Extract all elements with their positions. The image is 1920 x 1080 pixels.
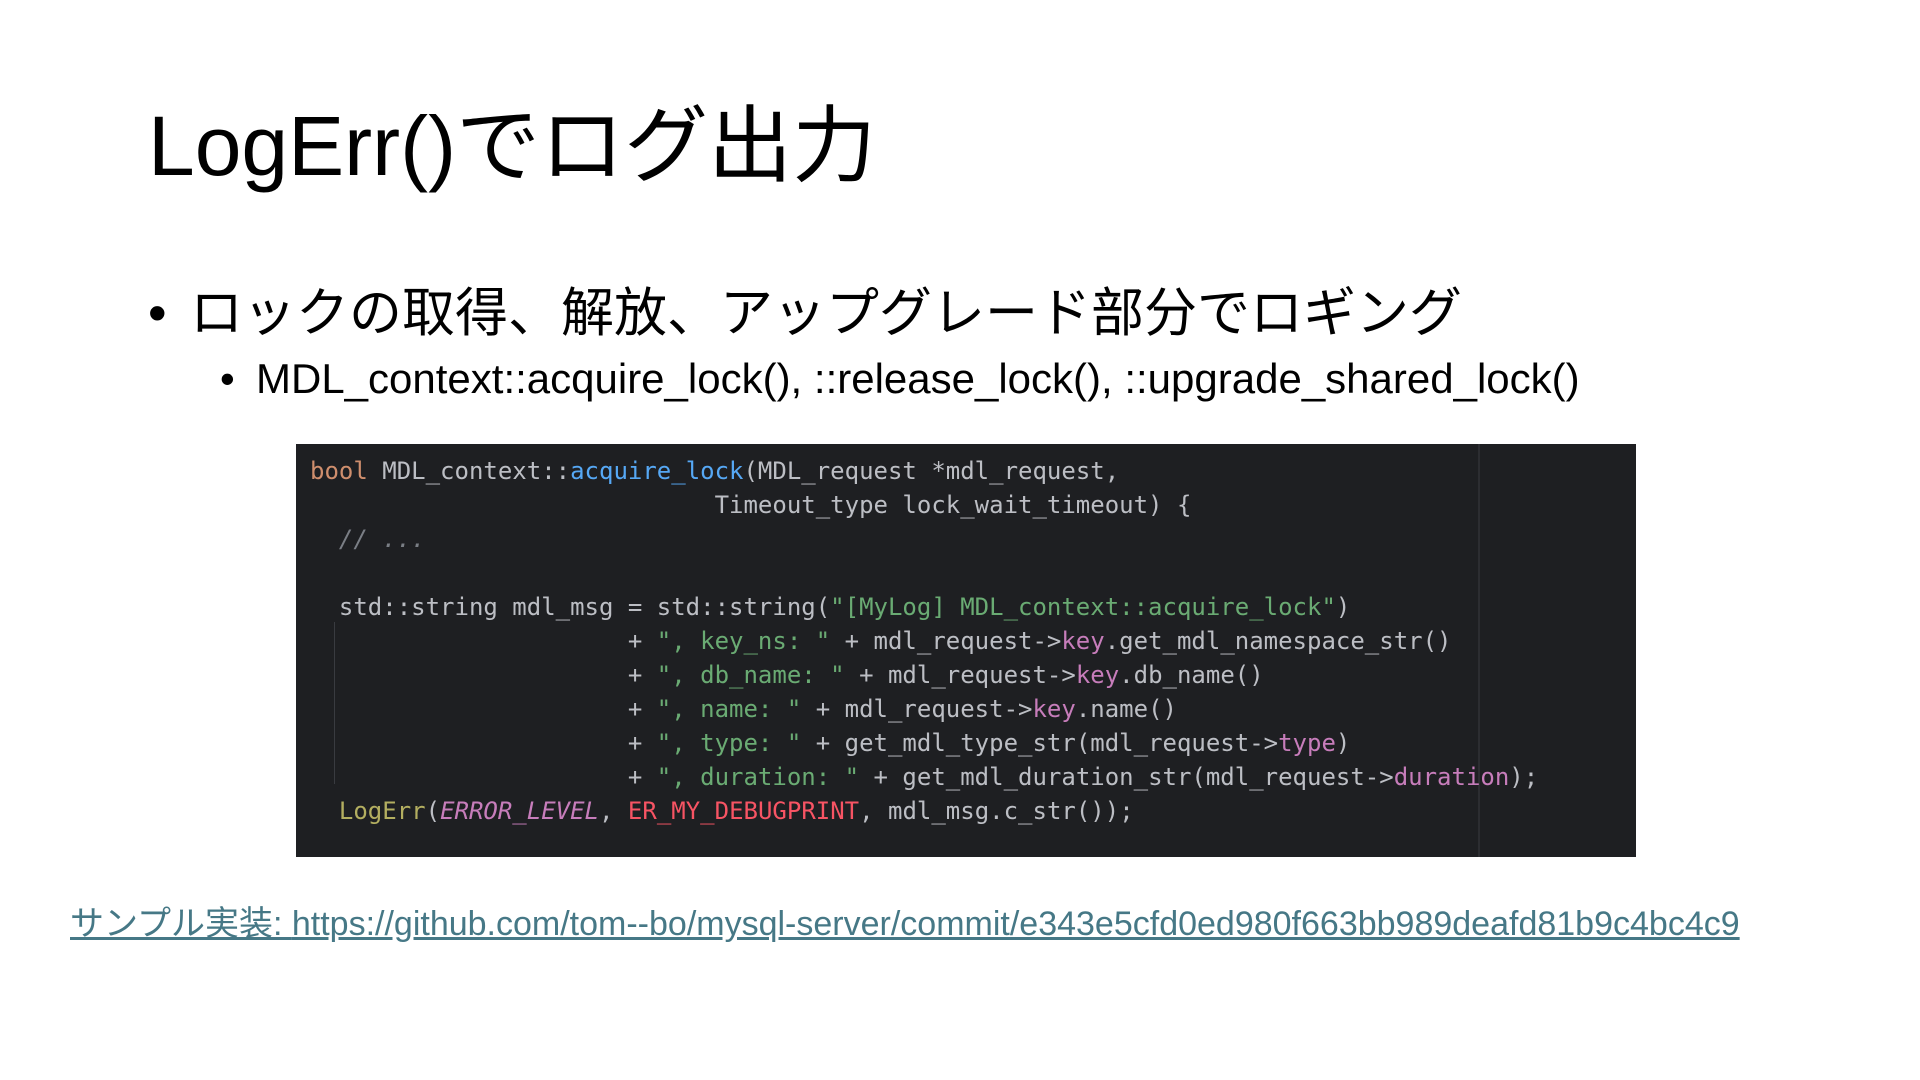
code-token: ERROR_LEVEL: [440, 797, 600, 825]
code-token: MDL_context::: [367, 457, 571, 485]
code-token: +: [310, 763, 657, 791]
code-token: .get_mdl_namespace_str(): [1104, 627, 1452, 655]
code-line: LogErr(ERROR_LEVEL, ER_MY_DEBUGPRINT, md…: [310, 794, 1636, 828]
code-token: LogErr: [338, 797, 426, 825]
code-token: ", name: ": [656, 695, 802, 723]
code-token: .name(): [1075, 695, 1177, 723]
code-line: + ", duration: " + get_mdl_duration_str(…: [310, 760, 1636, 794]
code-token: ", duration: ": [656, 763, 860, 791]
code-line: // ...: [310, 522, 1636, 556]
code-token: std::string mdl_msg = std::string(: [310, 593, 831, 621]
bullet-sub: MDL_context::acquire_lock(), ::release_l…: [220, 354, 1580, 405]
code-line: + ", type: " + get_mdl_type_str(mdl_requ…: [310, 726, 1636, 760]
code-token: (MDL_request *mdl_request,: [743, 457, 1120, 485]
code-token: ER_MY_DEBUGPRINT: [627, 797, 860, 825]
code-token: key: [1032, 695, 1076, 723]
code-token: +: [310, 729, 657, 757]
code-token: ): [1335, 729, 1351, 757]
code-token: (: [425, 797, 441, 825]
code-token: , mdl_msg.c_str());: [859, 797, 1134, 825]
slide-title: LogErr()でログ出力: [148, 99, 877, 193]
code-token: key: [1061, 627, 1105, 655]
code-token: // ...: [310, 525, 426, 553]
code-token: + get_mdl_duration_str(mdl_request->: [859, 763, 1394, 791]
code-line: + ", name: " + mdl_request->key.name(): [310, 692, 1636, 726]
code-token: + mdl_request->: [830, 627, 1062, 655]
link-url: https://github.com/tom--bo/mysql-server/…: [291, 905, 1740, 943]
bullet-list: ロックの取得、解放、アップグレード部分でロギング MDL_context::ac…: [148, 282, 1580, 404]
code-token: key: [1075, 661, 1120, 689]
code-line: Timeout_type lock_wait_timeout) {: [310, 488, 1636, 522]
code-line: std::string mdl_msg = std::string("[MyLo…: [310, 590, 1636, 624]
code-token: + mdl_request->: [844, 661, 1076, 689]
code-token: .db_name(): [1119, 661, 1264, 689]
code-screenshot: bool MDL_context::acquire_lock(MDL_reque…: [296, 444, 1636, 857]
code-token: +: [310, 661, 657, 689]
link-label: サンプル実装:: [70, 905, 292, 943]
code-line: + ", key_ns: " + mdl_request->key.get_md…: [310, 624, 1636, 658]
code-token: ", type: ": [656, 729, 802, 757]
code-token: +: [310, 627, 657, 655]
code-token: duration: [1393, 763, 1510, 791]
sample-implementation-link[interactable]: サンプル実装: https://github.com/tom--bo/mysql…: [70, 896, 1740, 945]
code-token: +: [310, 695, 657, 723]
code-line: + ", db_name: " + mdl_request->key.db_na…: [310, 658, 1636, 692]
code-token: ,: [599, 797, 628, 825]
code-token: Timeout_type lock_wait_timeout) {: [310, 491, 1192, 519]
code-token: ", key_ns: ": [656, 627, 831, 655]
code-token: ): [1335, 593, 1351, 621]
code-token: ", db_name: ": [656, 661, 845, 689]
code-token: + mdl_request->: [801, 695, 1033, 723]
code-token: bool: [310, 457, 368, 485]
code-token: type: [1278, 729, 1336, 757]
code-token: "[MyLog] MDL_context::acquire_lock": [830, 593, 1336, 621]
code-lines: bool MDL_context::acquire_lock(MDL_reque…: [310, 454, 1636, 828]
bullet-main: ロックの取得、解放、アップグレード部分でロギング: [148, 282, 1580, 346]
code-token: + get_mdl_type_str(mdl_request->: [801, 729, 1279, 757]
code-token: );: [1509, 763, 1539, 791]
code-line: bool MDL_context::acquire_lock(MDL_reque…: [310, 454, 1636, 488]
code-token: acquire_lock: [570, 457, 744, 485]
